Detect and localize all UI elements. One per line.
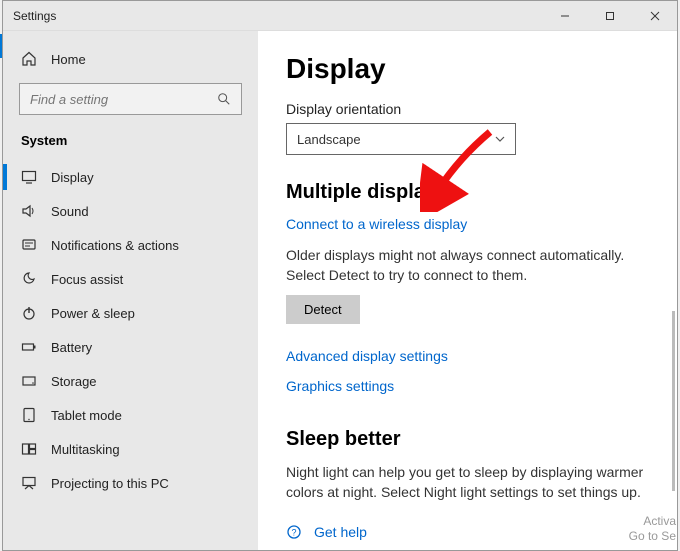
sidebar-item-projecting[interactable]: Projecting to this PC xyxy=(3,466,258,500)
orientation-value: Landscape xyxy=(297,132,361,147)
search-icon xyxy=(217,92,231,106)
settings-window: Settings Home xyxy=(2,0,678,551)
sound-icon xyxy=(21,203,37,219)
close-button[interactable] xyxy=(632,1,677,31)
category-heading: System xyxy=(3,125,258,160)
sidebar-item-label: Projecting to this PC xyxy=(51,476,169,491)
battery-icon xyxy=(21,339,37,355)
sidebar-item-battery[interactable]: Battery xyxy=(3,330,258,364)
help-icon: ? xyxy=(286,524,302,540)
sidebar-item-power-sleep[interactable]: Power & sleep xyxy=(3,296,258,330)
home-icon xyxy=(21,51,37,67)
sidebar-item-label: Multitasking xyxy=(51,442,120,457)
sidebar-item-label: Power & sleep xyxy=(51,306,135,321)
sidebar-item-label: Sound xyxy=(51,204,89,219)
home-button[interactable]: Home xyxy=(3,43,258,75)
graphics-settings-link[interactable]: Graphics settings xyxy=(286,378,649,394)
multiple-displays-heading: Multiple displays xyxy=(286,181,649,204)
advanced-display-link[interactable]: Advanced display settings xyxy=(286,348,649,364)
focus-assist-icon xyxy=(21,271,37,287)
chevron-down-icon xyxy=(495,134,505,144)
notifications-icon xyxy=(21,237,37,253)
window-title: Settings xyxy=(13,9,542,23)
sidebar-item-focus-assist[interactable]: Focus assist xyxy=(3,262,258,296)
sidebar-item-multitasking[interactable]: Multitasking xyxy=(3,432,258,466)
detect-description: Older displays might not always connect … xyxy=(286,246,649,285)
orientation-dropdown[interactable]: Landscape xyxy=(286,123,516,155)
sidebar-item-sound[interactable]: Sound xyxy=(3,194,258,228)
search-box[interactable] xyxy=(19,83,242,115)
home-label: Home xyxy=(51,52,86,67)
get-help-row[interactable]: ? Get help xyxy=(286,524,649,540)
sidebar-item-storage[interactable]: Storage xyxy=(3,364,258,398)
storage-icon xyxy=(21,373,37,389)
orientation-label: Display orientation xyxy=(286,101,649,117)
display-icon xyxy=(21,169,37,185)
minimize-button[interactable] xyxy=(542,1,587,31)
sleep-description: Night light can help you get to sleep by… xyxy=(286,463,649,502)
sidebar: Home System Display xyxy=(3,31,258,550)
search-container xyxy=(3,75,258,125)
watermark-line1: Activa xyxy=(629,514,676,530)
power-icon xyxy=(21,305,37,321)
projecting-icon xyxy=(21,475,37,491)
window-controls xyxy=(542,1,677,31)
sidebar-item-tablet-mode[interactable]: Tablet mode xyxy=(3,398,258,432)
sidebar-item-label: Focus assist xyxy=(51,272,123,287)
sidebar-item-label: Display xyxy=(51,170,94,185)
main-content: Display Display orientation Landscape Mu… xyxy=(258,31,677,550)
search-input[interactable] xyxy=(30,92,217,107)
sidebar-item-label: Storage xyxy=(51,374,97,389)
titlebar: Settings xyxy=(3,1,677,31)
nav-list: Display Sound Notifications & actions xyxy=(3,160,258,550)
watermark-line2: Go to Se xyxy=(629,529,676,545)
tablet-icon xyxy=(21,407,37,423)
svg-text:?: ? xyxy=(291,528,296,538)
detect-button[interactable]: Detect xyxy=(286,295,360,324)
get-help-link[interactable]: Get help xyxy=(314,524,367,540)
sidebar-item-label: Notifications & actions xyxy=(51,238,179,253)
page-heading: Display xyxy=(286,53,649,85)
sidebar-item-notifications[interactable]: Notifications & actions xyxy=(3,228,258,262)
wireless-display-link[interactable]: Connect to a wireless display xyxy=(286,216,649,232)
multitasking-icon xyxy=(21,441,37,457)
scrollbar-thumb[interactable] xyxy=(672,311,675,491)
sidebar-item-label: Battery xyxy=(51,340,92,355)
sleep-better-heading: Sleep better xyxy=(286,428,649,451)
sidebar-item-display[interactable]: Display xyxy=(3,160,258,194)
window-body: Home System Display xyxy=(3,31,677,550)
maximize-button[interactable] xyxy=(587,1,632,31)
activation-watermark: Activa Go to Se xyxy=(629,514,680,545)
sidebar-item-label: Tablet mode xyxy=(51,408,122,423)
